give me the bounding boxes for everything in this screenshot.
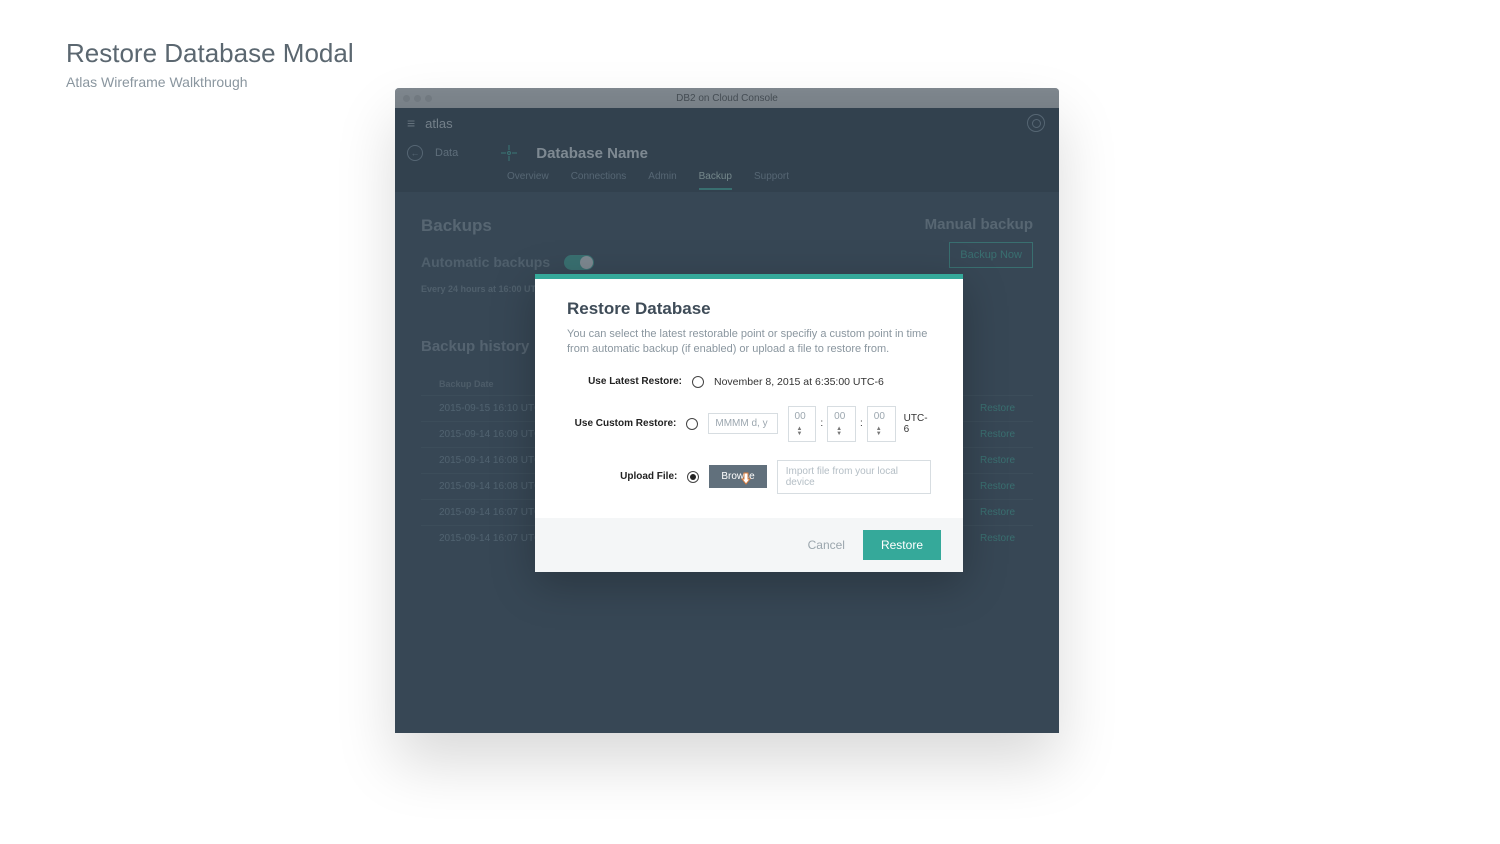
browse-button[interactable]: Browse (709, 465, 766, 488)
restore-button[interactable]: Restore (863, 530, 941, 560)
stepper-icon[interactable]: ▲▼ (797, 427, 803, 437)
custom-hour-input[interactable]: 00▲▼ (788, 406, 817, 442)
browser-window: DB2 on Cloud Console ≡ atlas ← Data Data… (395, 88, 1059, 733)
latest-restore-label: Use Latest Restore: (567, 376, 682, 387)
custom-restore-radio[interactable] (686, 418, 698, 430)
custom-minute-input[interactable]: 00▲▼ (827, 406, 856, 442)
stepper-icon[interactable]: ▲▼ (836, 427, 842, 437)
custom-date-input[interactable]: MMMM d, y (708, 413, 777, 434)
upload-file-label: Upload File: (567, 471, 677, 482)
cancel-button[interactable]: Cancel (808, 538, 845, 552)
timezone-label: UTC-6 (904, 413, 931, 435)
modal-title: Restore Database (567, 299, 931, 319)
latest-restore-radio[interactable] (692, 376, 704, 388)
page-title: Restore Database Modal (66, 38, 354, 69)
modal-description: You can select the latest restorable poi… (567, 327, 931, 358)
custom-second-input[interactable]: 00▲▼ (867, 406, 896, 442)
latest-restore-value: November 8, 2015 at 6:35:00 UTC-6 (714, 376, 884, 388)
restore-modal: Restore Database You can select the late… (535, 274, 963, 572)
upload-file-radio[interactable] (687, 471, 699, 483)
upload-file-field[interactable]: Import file from your local device (777, 460, 931, 494)
stepper-icon[interactable]: ▲▼ (876, 427, 882, 437)
page-subtitle: Atlas Wireframe Walkthrough (66, 74, 248, 90)
custom-restore-label: Use Custom Restore: (567, 418, 676, 429)
